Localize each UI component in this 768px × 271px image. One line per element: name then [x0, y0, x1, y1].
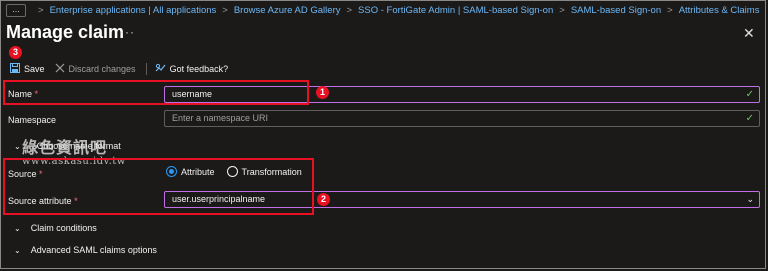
- watermark-title: 綠色資訊吧: [22, 138, 108, 157]
- valid-check-icon: ✓: [745, 89, 754, 100]
- namespace-label: Namespace: [8, 115, 57, 125]
- breadcrumb-link-app-sso[interactable]: SSO - FortiGate Admin | SAML-based Sign-…: [358, 5, 553, 16]
- namespace-placeholder: Enter a namespace URI: [172, 113, 269, 123]
- toolbar-divider: [145, 63, 147, 75]
- more-options-icon[interactable]: ···: [120, 25, 135, 39]
- claim-conditions-label: Claim conditions: [30, 223, 97, 233]
- chevron-down-icon: ⌄: [14, 223, 21, 233]
- breadcrumb-separator: >: [38, 4, 44, 16]
- chevron-down-icon: ⌄: [14, 245, 21, 255]
- chevron-down-icon: ⌄: [746, 194, 754, 204]
- breadcrumb-separator: >: [222, 4, 228, 16]
- advanced-saml-options-label: Advanced SAML claims options: [30, 245, 157, 255]
- valid-check-icon: ✓: [745, 113, 754, 124]
- feedback-label: Got feedback?: [169, 64, 229, 74]
- annotation-badge-1: 1: [316, 86, 329, 99]
- discard-changes-button[interactable]: Discard changes: [55, 63, 136, 76]
- toolbar: Save Discard changes Got feedback?: [10, 62, 238, 76]
- discard-changes-label: Discard changes: [68, 64, 136, 74]
- breadcrumb-separator: >: [667, 4, 673, 16]
- close-icon[interactable]: ✕: [743, 25, 755, 42]
- annotation-badge-3: 3: [9, 46, 22, 59]
- feedback-button[interactable]: Got feedback?: [155, 63, 229, 76]
- breadcrumb-link-enterprise-apps[interactable]: Enterprise applications | All applicatio…: [50, 5, 217, 16]
- breadcrumb-link-attributes-claims[interactable]: Attributes & Claims: [679, 5, 760, 16]
- breadcrumb-separator: >: [346, 4, 353, 16]
- breadcrumb-more-button[interactable]: ...: [6, 3, 26, 17]
- save-button[interactable]: Save: [10, 62, 45, 76]
- page-title: Manage claim: [6, 22, 125, 42]
- breadcrumb-separator: >: [559, 4, 565, 16]
- breadcrumb: ... > Enterprise applications | All appl…: [6, 3, 759, 17]
- feedback-icon: [155, 63, 166, 76]
- annotation-badge-2: 2: [317, 193, 330, 206]
- namespace-input[interactable]: Enter a namespace URI ✓: [164, 110, 760, 127]
- chevron-down-icon: ⌄: [14, 141, 21, 151]
- discard-x-icon: [55, 63, 65, 76]
- annotation-box-name: [3, 80, 309, 105]
- claim-conditions-toggle[interactable]: ⌄ Claim conditions: [14, 223, 97, 233]
- breadcrumb-link-saml-signon[interactable]: SAML-based Sign-on: [571, 5, 661, 16]
- save-icon: [10, 62, 20, 76]
- breadcrumb-link-gallery[interactable]: Browse Azure AD Gallery: [234, 5, 341, 16]
- save-label: Save: [24, 64, 45, 74]
- advanced-saml-options-toggle[interactable]: ⌄ Advanced SAML claims options: [14, 245, 157, 255]
- annotation-box-source: [3, 158, 314, 215]
